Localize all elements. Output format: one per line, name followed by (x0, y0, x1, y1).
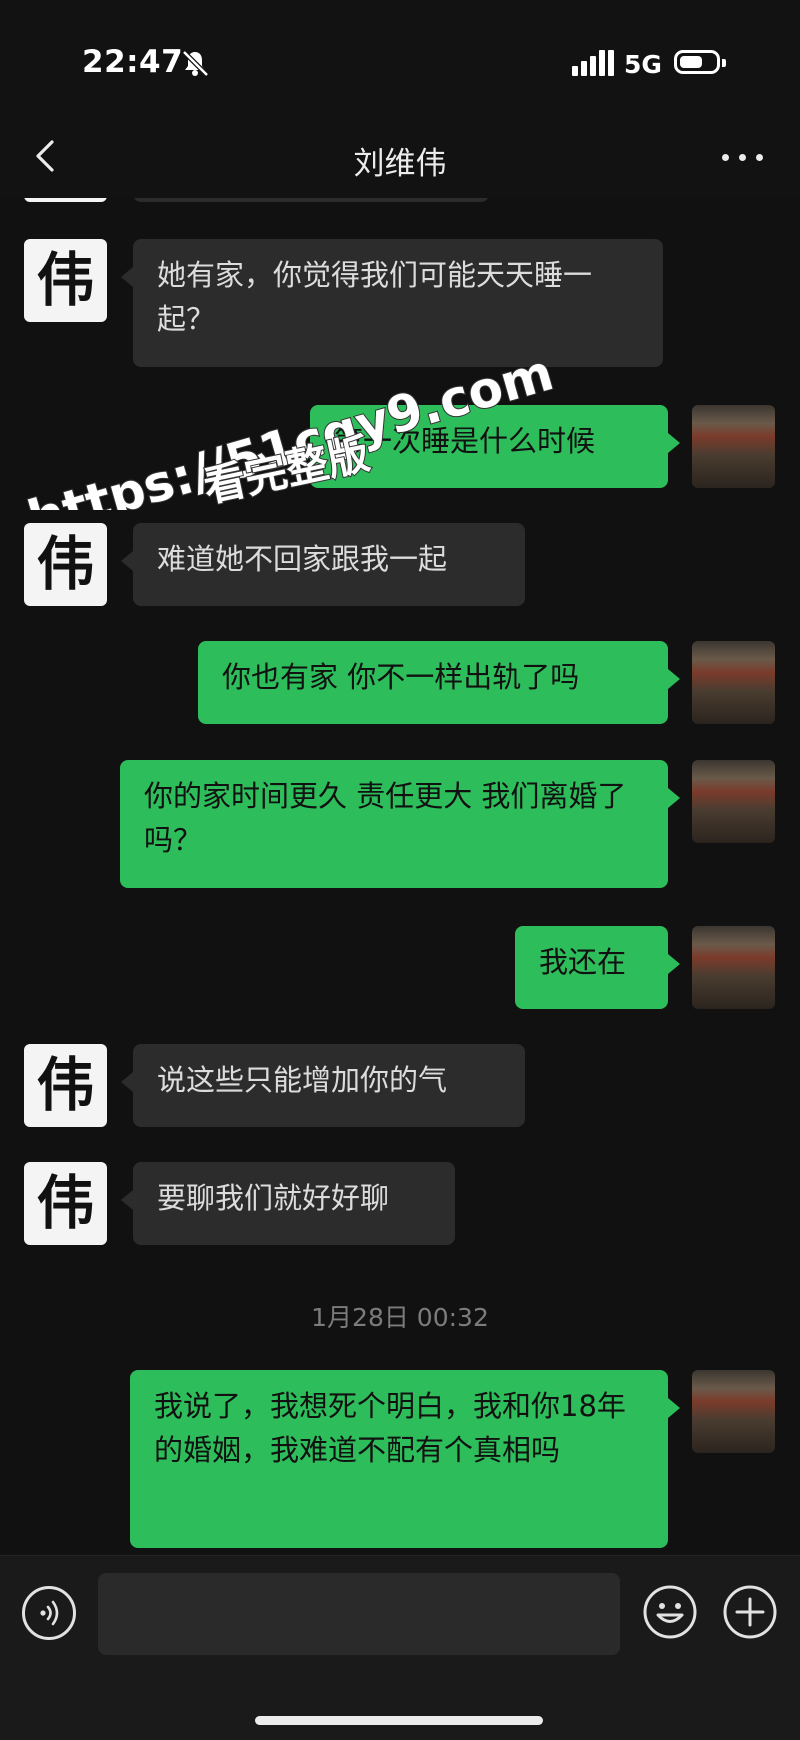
message-bubble-outgoing[interactable]: 我说了，我想死个明白，我和你18年的婚姻，我难道不配有个真相吗 (130, 1370, 680, 1548)
message-bubble-outgoing[interactable]: 你也有家 你不一样出轨了吗 (198, 641, 680, 724)
avatar-contact-partial (24, 198, 107, 202)
battery-icon (674, 50, 726, 74)
chat-title: 刘维伟 (353, 146, 447, 182)
signal-icon (572, 50, 614, 76)
plus-button[interactable] (722, 1584, 778, 1640)
contact-avatar[interactable]: 伟 (24, 1044, 107, 1127)
status-bar: 22:47 5G (0, 0, 800, 120)
message-bubble-outgoing[interactable]: 你的家时间更久 责任更大 我们离婚了吗？ (120, 760, 680, 888)
emoji-button[interactable] (642, 1584, 698, 1640)
status-time: 22:47 (82, 44, 184, 80)
message-bubble-incoming[interactable]: 难道她不回家跟我一起 (121, 523, 525, 606)
message-bubble-incoming[interactable]: 说这些只能增加你的气 (121, 1044, 525, 1127)
self-avatar[interactable] (692, 405, 775, 488)
bell-off-icon (182, 50, 209, 77)
contact-avatar[interactable]: 伟 (24, 523, 107, 606)
self-avatar[interactable] (692, 760, 775, 843)
home-indicator[interactable] (255, 1716, 543, 1725)
contact-avatar[interactable]: 伟 (24, 1162, 107, 1245)
message-bubble-outgoing[interactable]: 我还在 (515, 926, 680, 1009)
voice-icon (40, 1600, 59, 1626)
message-bubble-incoming[interactable]: 要聊我们就好好聊 (121, 1162, 455, 1245)
message-list[interactable]: 伟 她有家，你觉得我们可能天天睡一起？ 第一次睡是什么时候 伟 难道她不回家跟我… (0, 198, 800, 1555)
network-type: 5G (624, 50, 662, 79)
message-bubble-partial (133, 198, 489, 202)
self-avatar[interactable] (692, 1370, 775, 1453)
message-timestamp: 1月28日 00:32 (311, 1303, 489, 1332)
chat-header: 刘维伟 (0, 120, 800, 199)
voice-button[interactable] (22, 1586, 76, 1640)
contact-avatar[interactable]: 伟 (24, 239, 107, 322)
input-bar (0, 1555, 800, 1740)
self-avatar[interactable] (692, 926, 775, 1009)
more-button[interactable] (720, 148, 766, 166)
self-avatar[interactable] (692, 641, 775, 724)
message-bubble-incoming[interactable]: 她有家，你觉得我们可能天天睡一起？ (121, 239, 663, 367)
message-input[interactable] (98, 1573, 620, 1655)
message-bubble-outgoing[interactable]: 第一次睡是什么时候 (310, 405, 680, 488)
